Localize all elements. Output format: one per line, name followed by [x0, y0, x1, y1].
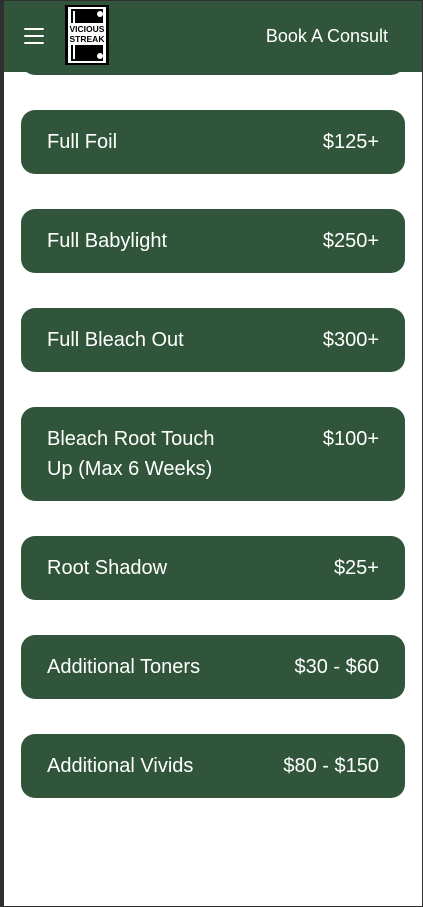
service-name: Full Babylight: [47, 230, 168, 252]
service-price: $25+: [333, 557, 379, 579]
service-name: Additional Toners: [47, 656, 201, 678]
service-card: Bleach Root Touch Up (Max 6 Weeks) $100+: [21, 407, 405, 501]
service-price: $300+: [322, 329, 379, 351]
service-price: $125+: [322, 131, 379, 153]
book-consult-link[interactable]: Book A Consult: [266, 26, 388, 46]
service-price: $250+: [322, 230, 379, 252]
service-price: $30 - $60: [294, 656, 379, 678]
service-card: Full Babylight $250+: [21, 209, 405, 273]
hamburger-menu-icon[interactable]: [24, 27, 44, 45]
service-price: $100+: [322, 428, 379, 450]
logo-text-bottom: STREAK: [70, 34, 106, 44]
service-name: Full Bleach Out: [47, 329, 184, 351]
service-name: Additional Vivids: [47, 755, 194, 777]
service-card: Full Bleach Out $300+: [21, 308, 405, 372]
page-frame: VICIOUS STREAK Book A Consult Full Foil …: [0, 0, 423, 907]
vicious-streak-logo[interactable]: VICIOUS STREAK: [65, 5, 109, 65]
service-card: Full Foil $125+: [21, 110, 405, 174]
service-price: $80 - $150: [283, 755, 379, 777]
service-card: Root Shadow $25+: [21, 536, 405, 600]
services-list: Full Foil $125+ Full Babylight $250+ Ful…: [21, 110, 405, 833]
service-name: Full Foil: [47, 131, 118, 153]
logo-text-top: VICIOUS: [70, 24, 105, 34]
service-card: Additional Toners $30 - $60: [21, 635, 405, 699]
service-name: Root Shadow: [47, 557, 168, 579]
service-card: Additional Vivids $80 - $150: [21, 734, 405, 798]
service-name: Bleach Root Touch Up (Max 6 Weeks): [47, 428, 215, 480]
site-header: VICIOUS STREAK Book A Consult: [4, 1, 422, 72]
